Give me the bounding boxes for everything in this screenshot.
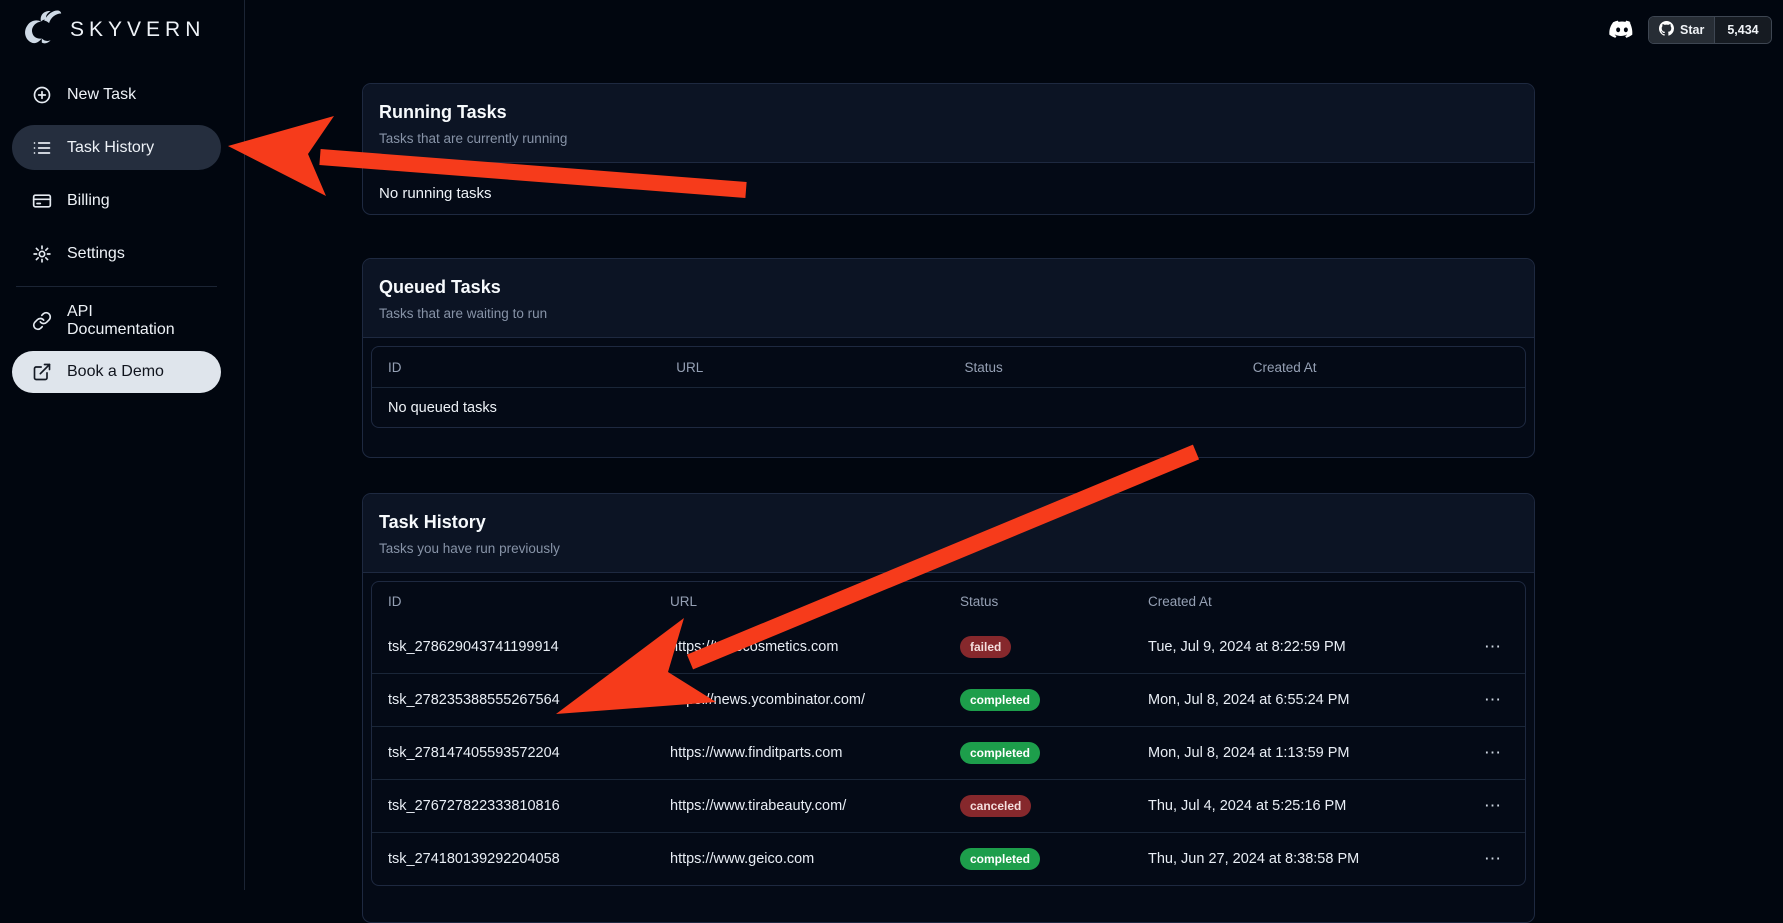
skyvern-dragon-icon (20, 7, 62, 54)
sidebar: SKYVERN New Task Task History Billing Se… (0, 0, 245, 890)
running-tasks-empty-state: No running tasks (371, 171, 1526, 215)
row-actions-button[interactable]: ⋯ (1462, 796, 1525, 816)
task-created-cell: Tue, Jul 9, 2024 at 8:22:59 PM (1132, 639, 1462, 655)
row-actions-button[interactable]: ⋯ (1462, 690, 1525, 710)
task-id-cell: tsk_278147405593572204 (372, 745, 654, 761)
task-url-cell: https://www.finditparts.com (654, 745, 944, 761)
task-id-cell: tsk_278235388555267564 (372, 692, 654, 708)
task-id-cell: tsk_278629043741199914 (372, 639, 654, 655)
sidebar-item-billing[interactable]: Billing (12, 178, 221, 223)
gear-icon (32, 244, 52, 264)
column-header-id: ID (372, 594, 654, 609)
queued-tasks-title: Queued Tasks (379, 277, 1518, 298)
github-icon (1659, 21, 1674, 39)
column-header-status: Status (944, 594, 1132, 609)
task-created-cell: Mon, Jul 8, 2024 at 1:13:59 PM (1132, 745, 1462, 761)
row-actions-button[interactable]: ⋯ (1462, 637, 1525, 657)
task-id-cell: tsk_274180139292204058 (372, 851, 654, 867)
task-history-title: Task History (379, 512, 1518, 533)
task-history-row[interactable]: tsk_276727822333810816 https://www.tirab… (372, 779, 1525, 832)
task-url-cell: https://www.tirabeauty.com/ (654, 798, 944, 814)
github-star-count[interactable]: 5,434 (1714, 17, 1770, 43)
column-header-id: ID (372, 360, 660, 375)
column-header-created-at: Created At (1132, 594, 1462, 609)
task-url-cell: https://news.ycombinator.com/ (654, 692, 944, 708)
brand-name: SKYVERN (70, 18, 205, 42)
sidebar-item-api-documentation[interactable]: API Documentation (12, 298, 221, 343)
sidebar-item-label: Billing (67, 192, 110, 210)
github-star-widget[interactable]: Star 5,434 (1648, 16, 1772, 44)
column-header-url: URL (654, 594, 944, 609)
status-badge: completed (960, 689, 1040, 711)
github-star-label: Star (1680, 23, 1704, 37)
sidebar-nav: New Task Task History Billing Settings (12, 72, 221, 401)
task-id-cell: tsk_276727822333810816 (372, 798, 654, 814)
sidebar-item-label: Book a Demo (67, 363, 164, 381)
sidebar-item-label: New Task (67, 86, 136, 104)
discord-icon[interactable] (1608, 16, 1636, 44)
sidebar-item-settings[interactable]: Settings (12, 231, 221, 276)
task-history-table-header: ID URL Status Created At (372, 582, 1525, 620)
queued-tasks-header: Queued Tasks Tasks that are waiting to r… (363, 259, 1534, 338)
running-tasks-header: Running Tasks Tasks that are currently r… (363, 84, 1534, 163)
list-icon (32, 138, 52, 158)
sidebar-divider (16, 286, 217, 287)
status-badge: completed (960, 742, 1040, 764)
task-history-row[interactable]: tsk_278629043741199914 https://tartecosm… (372, 620, 1525, 673)
sidebar-item-new-task[interactable]: New Task (12, 72, 221, 117)
task-history-subtitle: Tasks you have run previously (379, 541, 1518, 556)
column-header-url: URL (660, 360, 948, 375)
github-star-button[interactable]: Star (1649, 17, 1714, 43)
queued-tasks-subtitle: Tasks that are waiting to run (379, 306, 1518, 321)
task-history-table: ID URL Status Created At tsk_27862904374… (371, 581, 1526, 886)
task-history-card: Task History Tasks you have run previous… (362, 493, 1535, 923)
status-badge: completed (960, 848, 1040, 870)
column-header-created-at: Created At (1237, 360, 1525, 375)
queued-tasks-table: ID URL Status Created At No queued tasks (371, 346, 1526, 428)
task-url-cell: https://tartecosmetics.com (654, 639, 944, 655)
queued-tasks-empty-state: No queued tasks (372, 388, 1525, 428)
task-history-rows: tsk_278629043741199914 https://tartecosm… (372, 620, 1525, 885)
task-history-row[interactable]: tsk_274180139292204058 https://www.geico… (372, 832, 1525, 885)
sidebar-item-label: Settings (67, 245, 125, 263)
sidebar-item-task-history[interactable]: Task History (12, 125, 221, 170)
sidebar-item-label: Task History (67, 139, 154, 157)
queued-tasks-card: Queued Tasks Tasks that are waiting to r… (362, 258, 1535, 458)
external-link-icon (32, 362, 52, 382)
task-url-cell: https://www.geico.com (654, 851, 944, 867)
status-badge: failed (960, 636, 1011, 658)
running-tasks-card: Running Tasks Tasks that are currently r… (362, 83, 1535, 215)
status-badge: canceled (960, 795, 1031, 817)
sidebar-item-label: API Documentation (67, 303, 201, 339)
task-created-cell: Thu, Jun 27, 2024 at 8:38:58 PM (1132, 851, 1462, 867)
row-actions-button[interactable]: ⋯ (1462, 743, 1525, 763)
link-icon (32, 311, 52, 331)
queued-tasks-table-header: ID URL Status Created At (372, 347, 1525, 387)
running-tasks-subtitle: Tasks that are currently running (379, 131, 1518, 146)
task-history-row[interactable]: tsk_278235388555267564 https://news.ycom… (372, 673, 1525, 726)
row-actions-button[interactable]: ⋯ (1462, 849, 1525, 869)
task-history-header: Task History Tasks you have run previous… (363, 494, 1534, 573)
task-created-cell: Mon, Jul 8, 2024 at 6:55:24 PM (1132, 692, 1462, 708)
column-header-status: Status (949, 360, 1237, 375)
plus-circle-icon (32, 85, 52, 105)
skyvern-logo: SKYVERN (20, 6, 205, 54)
running-tasks-title: Running Tasks (379, 102, 1518, 123)
sidebar-item-book-a-demo[interactable]: Book a Demo (12, 351, 221, 393)
topbar: Star 5,434 Sk (245, 0, 1783, 60)
credit-card-icon (32, 191, 52, 211)
task-created-cell: Thu, Jul 4, 2024 at 5:25:16 PM (1132, 798, 1462, 814)
task-history-row[interactable]: tsk_278147405593572204 https://www.findi… (372, 726, 1525, 779)
